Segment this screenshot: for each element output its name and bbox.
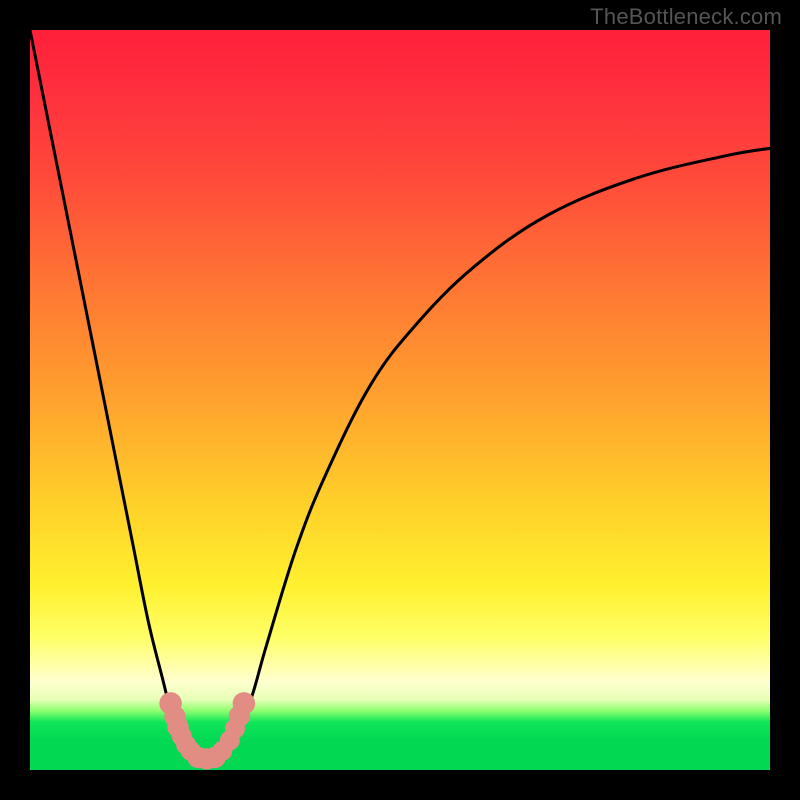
watermark-text: TheBottleneck.com xyxy=(590,4,782,30)
chart-frame: TheBottleneck.com xyxy=(0,0,800,800)
curve-markers xyxy=(159,692,255,770)
bottleneck-curve xyxy=(30,30,770,759)
marker-dot xyxy=(233,692,256,715)
plot-area xyxy=(30,30,770,770)
curve-svg xyxy=(30,30,770,770)
